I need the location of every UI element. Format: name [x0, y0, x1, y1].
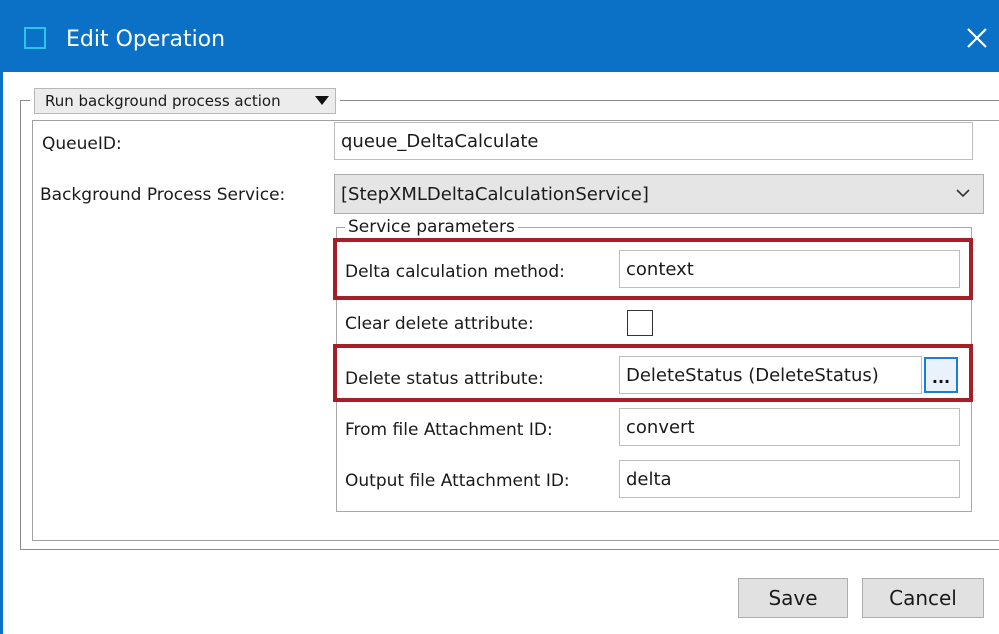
action-menu-button[interactable]: Run background process action	[34, 88, 336, 114]
triangle-down-icon	[315, 96, 329, 105]
service-label: Background Process Service:	[40, 185, 286, 205]
window-title: Edit Operation	[66, 27, 226, 52]
queue-id-input[interactable]: queue_DeltaCalculate	[334, 122, 973, 160]
title-bar: Edit Operation	[0, 0, 999, 72]
window-border	[0, 72, 3, 634]
service-parameters-legend: Service parameters	[345, 216, 518, 238]
chevron-down-icon	[956, 189, 970, 198]
queue-id-label: QueueID:	[42, 134, 122, 154]
close-icon	[967, 28, 987, 48]
highlight-delete-status	[333, 344, 973, 402]
save-button[interactable]: Save	[738, 578, 848, 618]
output-file-input[interactable]: delta	[619, 460, 960, 498]
service-select-value: [StepXMLDeltaCalculationService]	[341, 183, 649, 205]
from-file-label: From file Attachment ID:	[345, 420, 553, 440]
action-menu-label: Run background process action	[45, 92, 281, 110]
clear-delete-checkbox[interactable]	[627, 310, 653, 336]
output-file-label: Output file Attachment ID:	[345, 471, 570, 491]
highlight-delta-method	[333, 238, 973, 300]
from-file-input[interactable]: convert	[619, 408, 960, 446]
close-button[interactable]	[962, 23, 992, 53]
window-icon	[24, 27, 46, 49]
service-select[interactable]: [StepXMLDeltaCalculationService]	[334, 174, 984, 214]
cancel-button[interactable]: Cancel	[862, 578, 984, 618]
clear-delete-label: Clear delete attribute:	[345, 314, 534, 334]
